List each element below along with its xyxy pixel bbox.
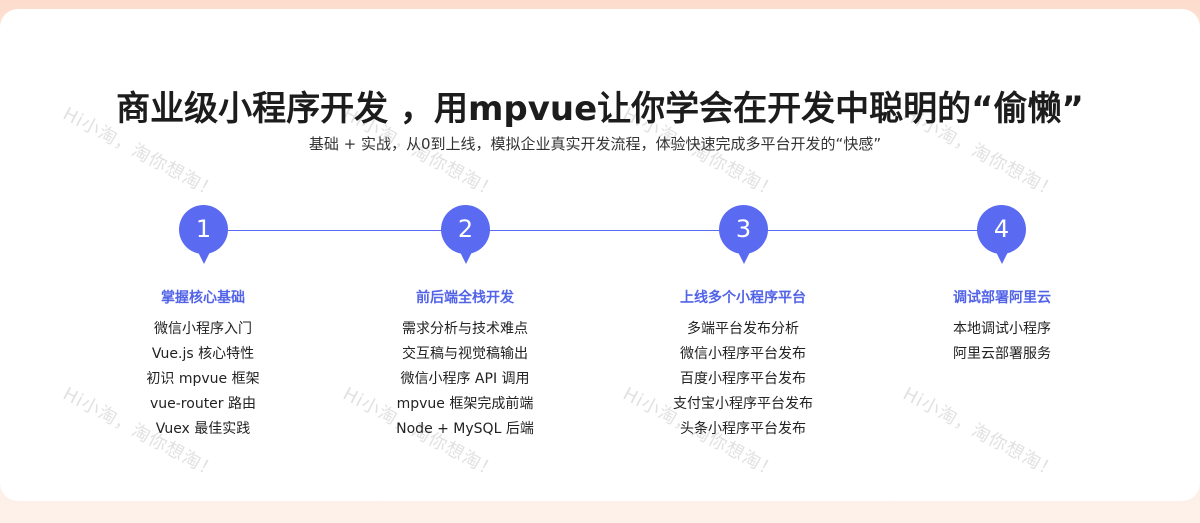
step-title: 掌握核心基础 (161, 290, 245, 306)
step-title: 调试部署阿里云 (953, 290, 1051, 306)
timeline-connector (203, 230, 1001, 231)
list-item: 微信小程序平台发布 (680, 346, 806, 362)
step-item-list: 需求分析与技术难点 交互稿与视觉稿输出 微信小程序 API 调用 mpvue 框… (335, 317, 595, 442)
step-marker-4: 4 (977, 205, 1026, 264)
step-marker-1: 1 (179, 205, 228, 264)
list-item: 微信小程序入门 (154, 321, 252, 337)
list-item: vue-router 路由 (149, 396, 257, 412)
step-column-3: 上线多个小程序平台 多端平台发布分析 微信小程序平台发布 百度小程序平台发布 支… (613, 288, 873, 442)
page-title: 商业级小程序开发 ，用mpvue让你学会在开发中聪明的“偷懒” (116, 89, 1084, 129)
list-item: 多端平台发布分析 (687, 321, 799, 337)
list-item: 需求分析与技术难点 (402, 321, 528, 337)
list-item: 微信小程序 API 调用 (400, 371, 530, 387)
list-item: Vuex 最佳实践 (155, 421, 251, 437)
step-title: 上线多个小程序平台 (680, 290, 806, 306)
step-item-list: 多端平台发布分析 微信小程序平台发布 百度小程序平台发布 支付宝小程序平台发布 … (613, 317, 873, 442)
step-marker-3: 3 (719, 205, 768, 264)
list-item: 头条小程序平台发布 (680, 421, 806, 437)
list-item: 交互稿与视觉稿输出 (402, 346, 528, 362)
page-subtitle: 基础 + 实战，从0到上线，模拟企业真实开发流程，体验快速完成多平台开发的“快感… (308, 135, 882, 153)
list-item: 支付宝小程序平台发布 (673, 396, 813, 412)
step-column-1: 掌握核心基础 微信小程序入门 Vue.js 核心特性 初识 mpvue 框架 v… (73, 288, 333, 442)
list-item: 初识 mpvue 框架 (146, 371, 260, 387)
list-item: 本地调试小程序 (953, 321, 1051, 337)
list-item: mpvue 框架完成前端 (396, 396, 534, 412)
list-item: 阿里云部署服务 (953, 346, 1051, 362)
step-item-list: 微信小程序入门 Vue.js 核心特性 初识 mpvue 框架 vue-rout… (73, 317, 333, 442)
step-column-2: 前后端全栈开发 需求分析与技术难点 交互稿与视觉稿输出 微信小程序 API 调用… (335, 288, 595, 442)
step-marker-2: 2 (441, 205, 490, 264)
step-item-list: 本地调试小程序 阿里云部署服务 (872, 317, 1132, 367)
list-item: Vue.js 核心特性 (151, 346, 255, 362)
step-title: 前后端全栈开发 (416, 290, 514, 306)
step-column-4: 调试部署阿里云 本地调试小程序 阿里云部署服务 (872, 288, 1132, 367)
watermark: Hi小淘，淘你想淘！ (899, 383, 1062, 484)
list-item: 百度小程序平台发布 (680, 371, 806, 387)
list-item: Node + MySQL 后端 (396, 421, 534, 437)
